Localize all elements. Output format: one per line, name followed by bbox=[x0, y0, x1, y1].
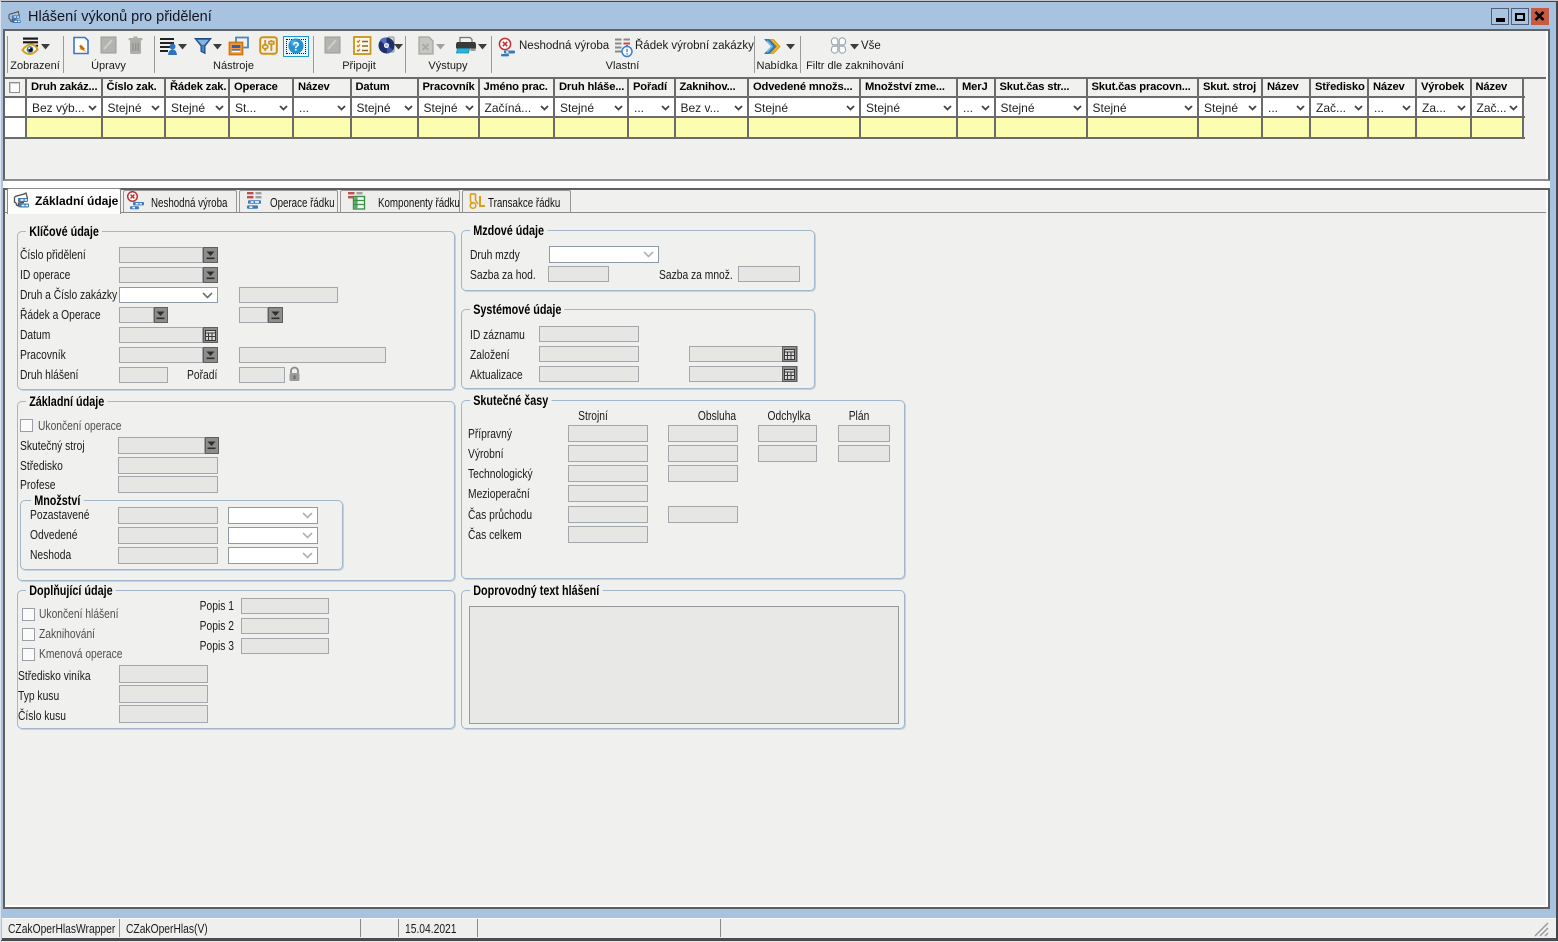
svg-text:?: ? bbox=[292, 40, 299, 53]
